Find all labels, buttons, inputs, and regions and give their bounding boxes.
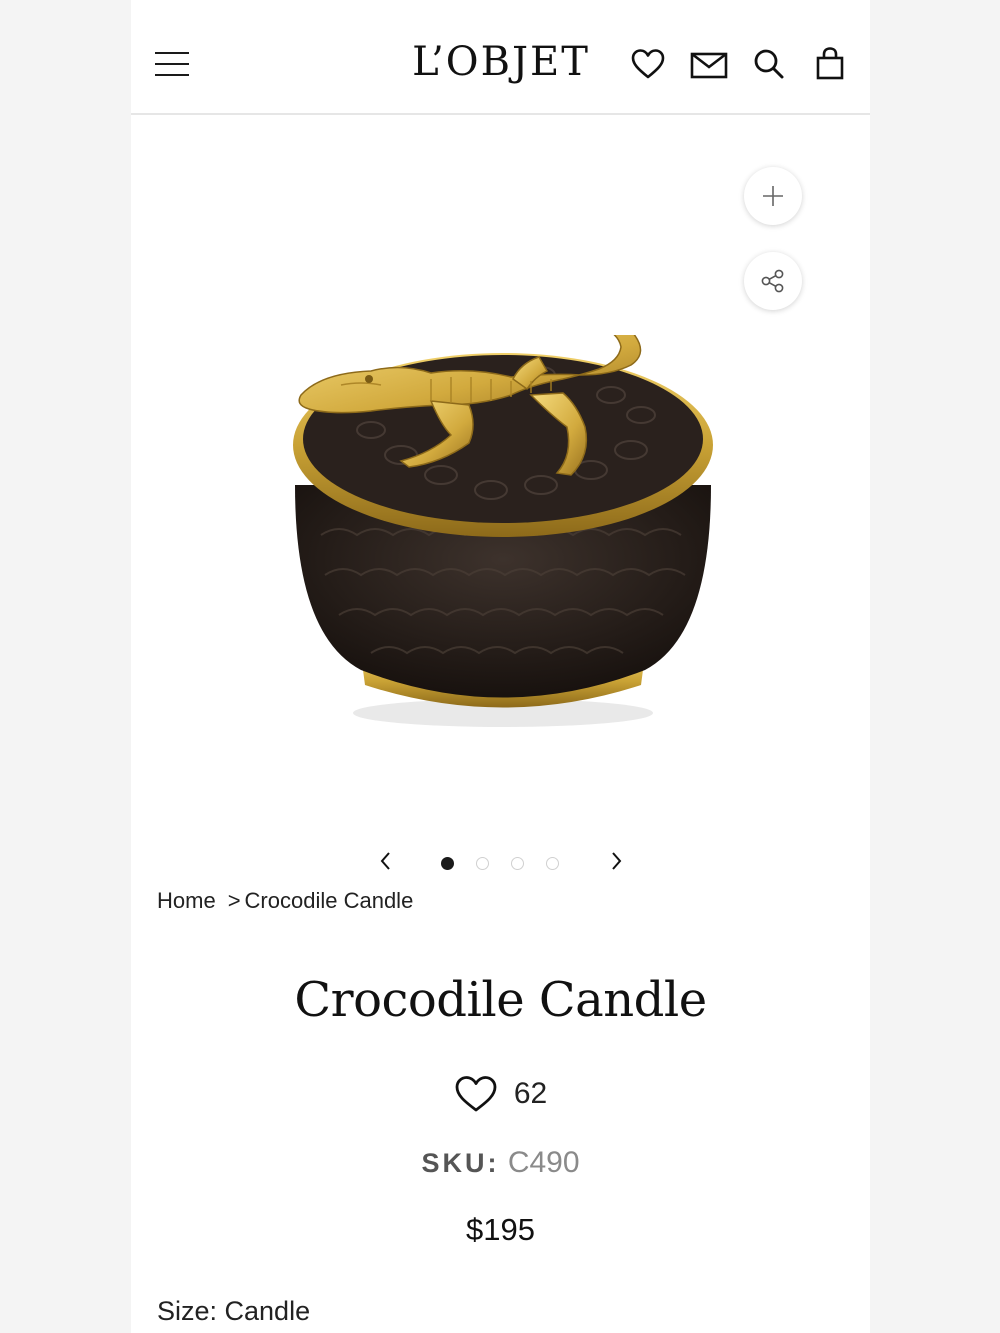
sku-label: SKU:	[421, 1148, 500, 1178]
carousel-dot-2[interactable]	[476, 857, 489, 870]
zoom-button[interactable]	[744, 167, 802, 225]
cart-button[interactable]	[810, 44, 850, 84]
product-price: $195	[466, 1212, 535, 1247]
mail-icon	[690, 52, 728, 79]
product-likes: 62	[131, 1070, 870, 1118]
breadcrumb: Home > Crocodile Candle	[157, 888, 413, 914]
bag-icon	[816, 47, 844, 80]
site-header: L’OBJET	[131, 0, 870, 115]
menu-icon	[155, 74, 189, 76]
like-count: 62	[513, 1077, 548, 1110]
share-button[interactable]	[744, 252, 802, 310]
breadcrumb-separator: >	[227, 888, 241, 913]
plus-icon	[763, 186, 783, 206]
carousel-dot-3[interactable]	[511, 857, 524, 870]
wishlist-button[interactable]	[628, 44, 668, 84]
next-image-button[interactable]	[601, 846, 631, 876]
menu-icon	[155, 52, 189, 54]
chevron-right-icon	[612, 852, 622, 870]
breadcrumb-home-link[interactable]: Home	[157, 888, 216, 913]
sku-value: C490	[507, 1146, 580, 1179]
search-button[interactable]	[749, 44, 789, 84]
product-title: Crocodile Candle	[294, 972, 707, 1028]
carousel-dot-1[interactable]	[441, 857, 454, 870]
product-sku: SKU: C490	[131, 1146, 870, 1180]
menu-icon	[155, 63, 189, 65]
image-carousel-nav	[131, 840, 870, 884]
menu-button[interactable]	[155, 50, 191, 78]
share-icon	[761, 269, 784, 293]
newsletter-button[interactable]	[689, 44, 729, 84]
heart-icon	[631, 49, 665, 79]
product-size: Size: Candle	[157, 1296, 311, 1326]
brand-logo[interactable]: L’OBJET	[401, 34, 601, 90]
product-page: L’OBJET Home > Crocodile Candle Crocodil…	[131, 0, 870, 1333]
product-image[interactable]	[281, 335, 721, 735]
like-heart-icon[interactable]	[454, 1072, 498, 1116]
chevron-left-icon	[380, 852, 390, 870]
product-gallery	[131, 115, 870, 835]
search-icon	[754, 49, 784, 79]
breadcrumb-current: Crocodile Candle	[244, 888, 414, 913]
carousel-dot-4[interactable]	[546, 857, 559, 870]
previous-image-button[interactable]	[371, 846, 401, 876]
